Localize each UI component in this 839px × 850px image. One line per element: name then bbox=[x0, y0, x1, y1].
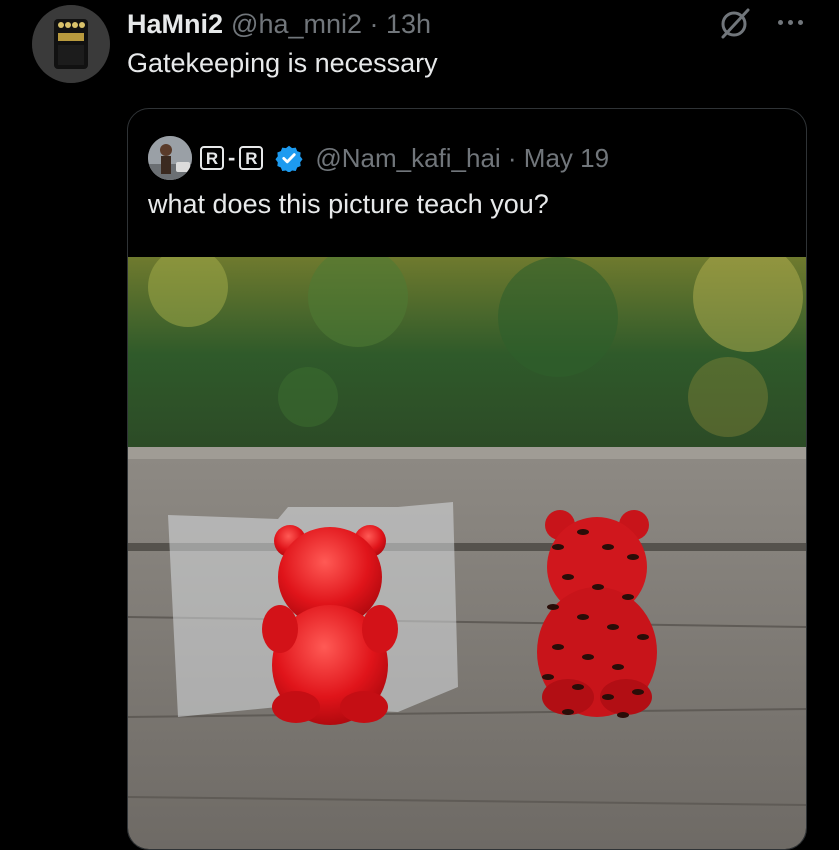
quoted-user-avatar[interactable] bbox=[148, 136, 192, 180]
quoted-handle-date[interactable]: @Nam_kafi_hai · May 19 bbox=[315, 143, 609, 174]
tweet-header: HaMni2 @ha_mni2 · 13h bbox=[127, 4, 431, 44]
quoted-tweet-card[interactable]: R - R @Nam_kafi_hai · May 19 what does t… bbox=[127, 108, 807, 850]
tweet-text: Gatekeeping is necessary bbox=[127, 48, 438, 78]
user-avatar[interactable] bbox=[32, 5, 110, 83]
handle-timestamp[interactable]: @ha_mni2 · 13h bbox=[231, 9, 431, 40]
quoted-tweet-text: what does this picture teach you? bbox=[148, 189, 549, 219]
quoted-display-name[interactable]: R - R bbox=[200, 145, 264, 171]
grok-icon[interactable] bbox=[718, 6, 752, 40]
person-avatar-icon bbox=[148, 136, 192, 180]
verified-badge-icon[interactable] bbox=[275, 144, 303, 172]
gummy-bears-ants-photo[interactable] bbox=[128, 257, 806, 849]
guitar-pedal-avatar-icon bbox=[32, 5, 110, 83]
display-name[interactable]: HaMni2 bbox=[127, 9, 223, 40]
name-letter-1: R bbox=[200, 146, 224, 170]
quoted-tweet-header: R - R @Nam_kafi_hai · May 19 bbox=[148, 135, 609, 181]
name-letter-2: R bbox=[239, 146, 264, 170]
name-separator: - bbox=[228, 145, 236, 170]
more-dots-icon[interactable] bbox=[770, 8, 810, 36]
